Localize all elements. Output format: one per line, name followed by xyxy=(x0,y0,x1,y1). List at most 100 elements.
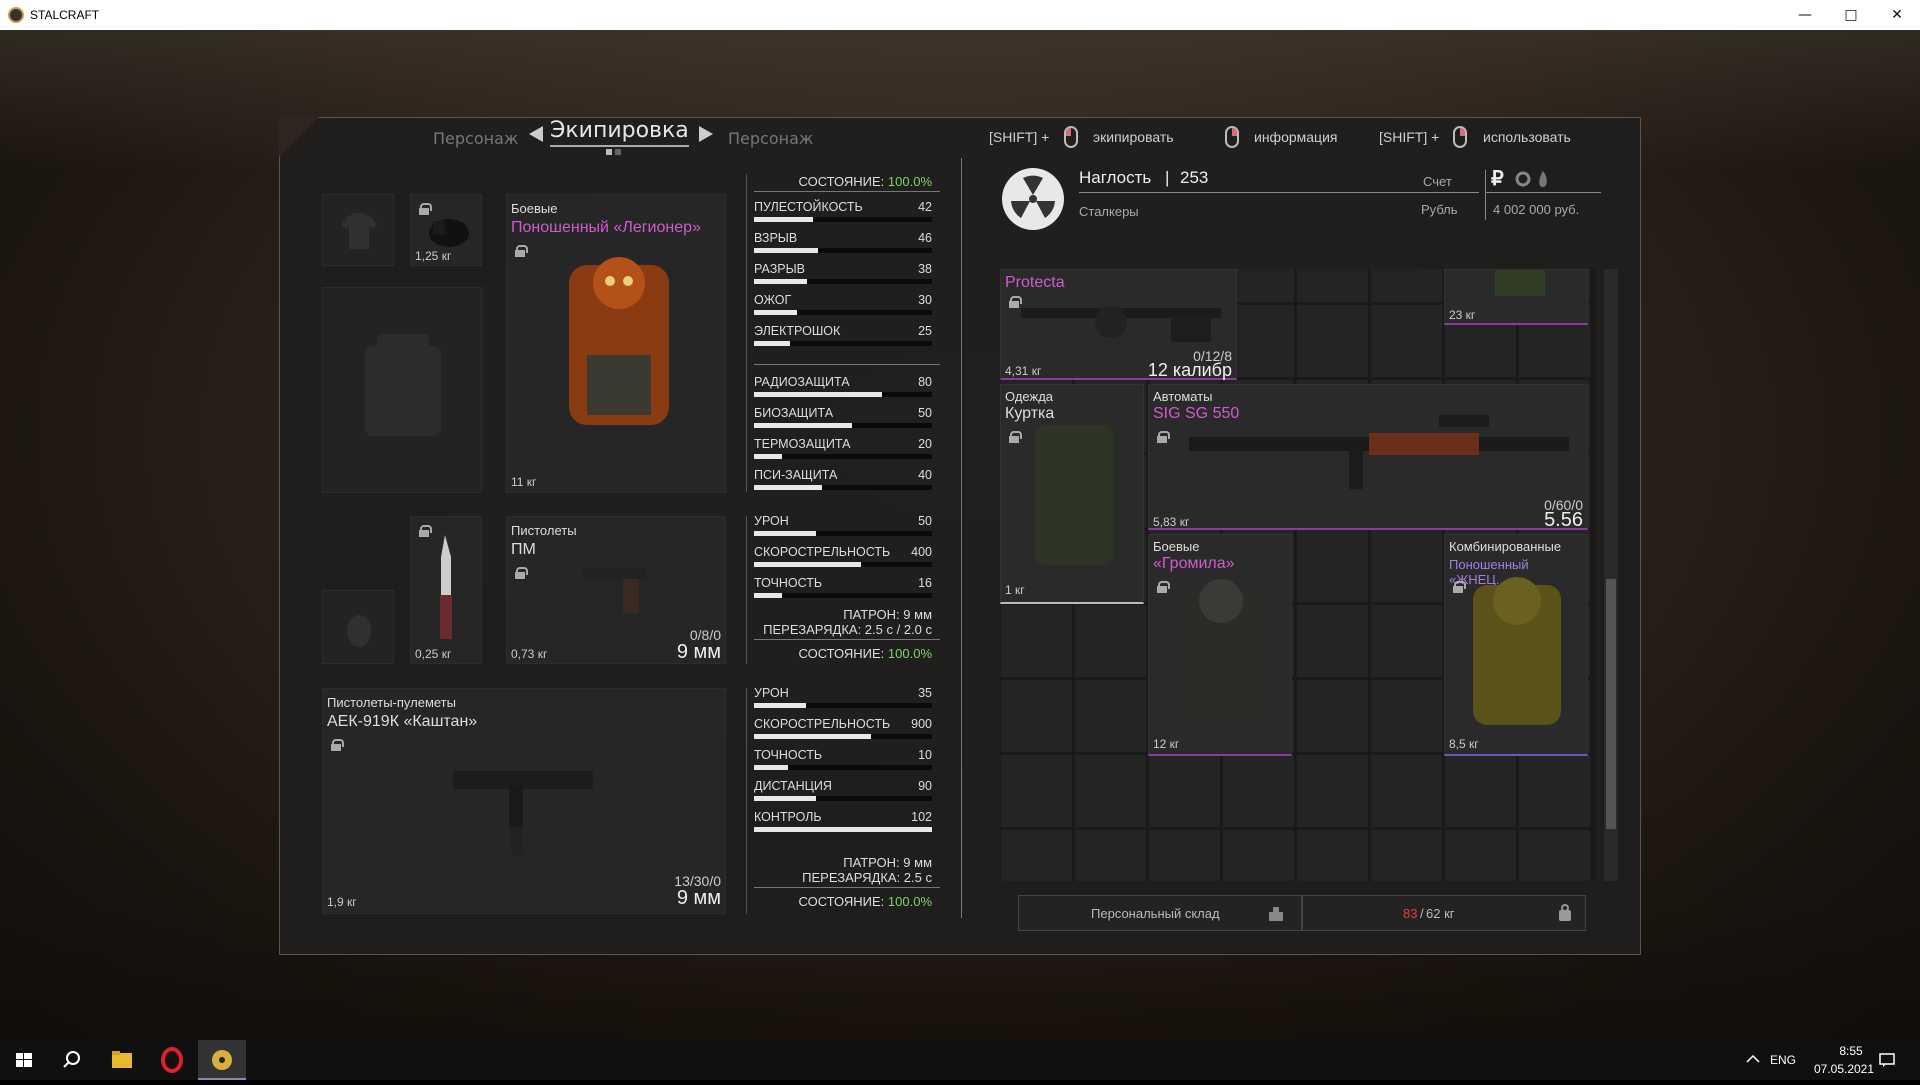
inventory-cell[interactable] xyxy=(1518,754,1591,828)
stalcraft-taskbar-button[interactable] xyxy=(198,1040,246,1080)
helmet-slot[interactable]: 1,25 кг xyxy=(410,194,482,266)
folder-icon xyxy=(112,1051,132,1068)
clock-date[interactable]: 07.05.2021 xyxy=(1806,1062,1882,1076)
stat-value: 10 xyxy=(918,748,932,762)
notification-icon[interactable] xyxy=(1878,1051,1896,1069)
weight-indicator: 83 / 62 кг xyxy=(1302,895,1586,931)
inventory-grid[interactable]: Protecta 0/12/8 12 калибр 4,31 кг 23 кг … xyxy=(1000,269,1596,881)
clock-time[interactable]: 8:55 xyxy=(1821,1044,1881,1058)
opera-button[interactable] xyxy=(148,1040,196,1080)
inventory-cell[interactable] xyxy=(1370,754,1443,828)
inventory-cell[interactable] xyxy=(1370,679,1443,753)
inventory-cell[interactable] xyxy=(1296,269,1369,303)
page-dot-1 xyxy=(606,149,612,155)
hint-use-key: [SHIFT] + xyxy=(1379,129,1440,145)
stats-divider xyxy=(746,516,747,664)
inventory-cell[interactable] xyxy=(1370,529,1443,603)
inventory-cell[interactable] xyxy=(1000,604,1073,678)
stat-bar xyxy=(754,392,932,397)
radiation-faction-icon xyxy=(1002,168,1064,230)
item-weight: 8,5 кг xyxy=(1449,737,1479,751)
inventory-cell[interactable] xyxy=(1222,754,1295,828)
smg-slot[interactable]: Пистолеты-пулеметы АЕК-919К «Каштан» 13/… xyxy=(322,688,726,914)
stat-name: ТОЧНОСТЬ xyxy=(754,576,823,590)
inventory-cell[interactable] xyxy=(1296,604,1369,678)
inventory-cell[interactable] xyxy=(1296,754,1369,828)
inventory-cell[interactable] xyxy=(1074,754,1147,828)
pistol-slot[interactable]: Пистолеты ПМ 0/8/0 9 мм 0,73 кг xyxy=(506,516,726,664)
inventory-cell[interactable] xyxy=(1000,754,1073,828)
stat-bar xyxy=(754,827,932,832)
stat-name: ОЖОГ xyxy=(754,293,792,307)
item-caliber: 12 калибр xyxy=(1147,360,1232,380)
stat-bar-fill xyxy=(754,796,817,801)
tab-character-right[interactable]: Персонаж xyxy=(728,129,813,148)
item-camo-suit[interactable]: 23 кг xyxy=(1444,269,1588,325)
tab-character-left[interactable]: Персонаж xyxy=(433,129,518,148)
inventory-cell[interactable] xyxy=(1370,304,1443,378)
inventory-cell[interactable] xyxy=(1148,829,1221,881)
inventory-cell[interactable] xyxy=(1148,754,1221,828)
tray-chevron-up-icon[interactable] xyxy=(1746,1054,1760,1064)
file-explorer-button[interactable] xyxy=(98,1040,146,1080)
stat-value: 900 xyxy=(911,717,932,731)
stat-value: 90 xyxy=(918,779,932,793)
item-protecta[interactable]: Protecta 0/12/8 12 калибр 4,31 кг xyxy=(1000,269,1237,380)
flame-currency-icon[interactable] xyxy=(1536,170,1550,188)
item-weight: 4,31 кг xyxy=(1005,364,1042,378)
ruble-icon[interactable]: ₽ xyxy=(1491,166,1504,191)
stat-name: ЭЛЕКТРОШОК xyxy=(754,324,841,338)
inventory-cell[interactable] xyxy=(1370,604,1443,678)
stat-bar xyxy=(754,310,932,315)
stat-bar-fill xyxy=(754,392,883,397)
inventory-cell[interactable] xyxy=(1444,754,1517,828)
hint-use: использовать xyxy=(1483,129,1571,145)
item-sig-sg-550[interactable]: Автоматы SIG SG 550 0/60/0 5.56 5,83 кг xyxy=(1148,384,1588,531)
tab-equipment[interactable]: Экипировка xyxy=(550,118,689,147)
balance: 4 002 000 руб. xyxy=(1493,202,1580,217)
stat-name: ДИСТАНЦИЯ xyxy=(754,779,832,793)
page-dot-2 xyxy=(615,149,621,155)
personal-storage-button[interactable]: Персональный склад xyxy=(1018,895,1302,931)
inventory-cell[interactable] xyxy=(1296,829,1369,881)
inventory-cell[interactable] xyxy=(1074,679,1147,753)
start-button[interactable] xyxy=(0,1040,48,1080)
inventory-cell[interactable] xyxy=(1074,604,1147,678)
inventory-cell[interactable] xyxy=(1000,829,1073,881)
artifact-slot[interactable] xyxy=(322,590,394,664)
item-jacket[interactable]: Одежда Куртка 1 кг xyxy=(1000,384,1144,604)
shirt-slot[interactable] xyxy=(322,194,394,266)
gear-currency-icon[interactable] xyxy=(1514,170,1532,188)
inventory-cell[interactable] xyxy=(1296,304,1369,378)
inventory-cell[interactable] xyxy=(1518,829,1591,881)
arrow-left-icon[interactable] xyxy=(529,126,543,142)
inventory-scrollbar[interactable] xyxy=(1604,269,1618,881)
inventory-cell[interactable] xyxy=(1444,829,1517,881)
item-gromila[interactable]: Боевые «Громила» 12 кг xyxy=(1148,534,1292,756)
language-indicator[interactable]: ENG xyxy=(1770,1053,1796,1067)
inventory-cell[interactable] xyxy=(1296,679,1369,753)
inventory-cell[interactable] xyxy=(1000,679,1073,753)
arrow-right-icon[interactable] xyxy=(699,126,713,142)
stat-name: СКОРОСТРЕЛЬНОСТЬ xyxy=(754,717,891,731)
backpack-slot[interactable] xyxy=(322,287,482,493)
maximize-button[interactable]: □ xyxy=(1828,0,1874,30)
stat-name: ТОЧНОСТЬ xyxy=(754,748,823,762)
weight-icon xyxy=(1559,904,1571,921)
smg-weight: 1,9 кг xyxy=(327,895,357,909)
search-button[interactable] xyxy=(48,1040,96,1080)
minimize-button[interactable]: — xyxy=(1782,0,1828,30)
windows-logo-icon xyxy=(16,1053,32,1067)
stat-bar xyxy=(754,734,932,739)
inventory-cell[interactable] xyxy=(1222,829,1295,881)
close-button[interactable]: ✕ xyxy=(1874,0,1920,30)
inventory-cell[interactable] xyxy=(1370,829,1443,881)
scrollbar-thumb[interactable] xyxy=(1606,579,1616,829)
armor-slot[interactable]: Боевые Поношенный «Легионер» 11 кг xyxy=(506,194,726,493)
item-combined-suit[interactable]: Комбинированные Поношенный «ЖНЕЦ... 8,5 … xyxy=(1444,534,1588,756)
knife-slot[interactable]: 0,25 кг xyxy=(410,516,482,664)
inventory-cell[interactable] xyxy=(1296,529,1369,603)
inventory-cell[interactable] xyxy=(1370,269,1443,303)
grenade-icon xyxy=(347,615,371,647)
inventory-cell[interactable] xyxy=(1074,829,1147,881)
